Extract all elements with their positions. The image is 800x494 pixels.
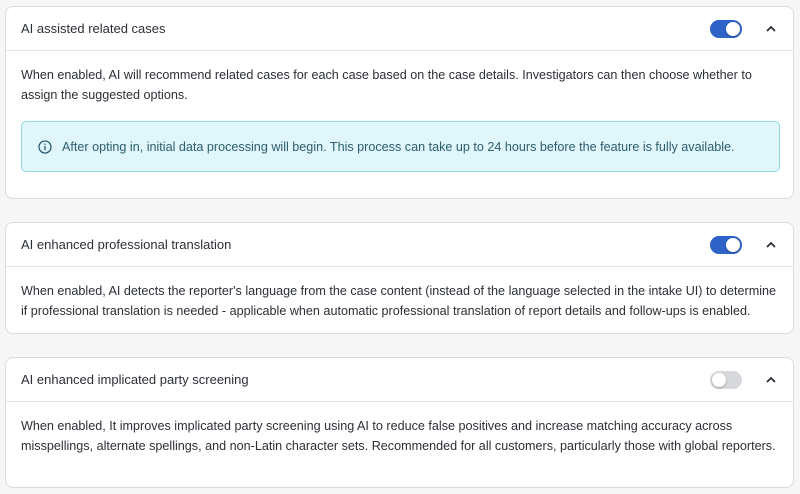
setting-card-ai-translation: AI enhanced professional translation Whe… <box>5 222 794 334</box>
setting-description: When enabled, AI will recommend related … <box>21 68 752 102</box>
setting-title: AI enhanced professional translation <box>21 237 232 252</box>
setting-description: When enabled, It improves implicated par… <box>21 419 776 453</box>
enable-toggle[interactable] <box>710 19 742 38</box>
info-alert-text: After opting in, initial data processing… <box>62 139 735 154</box>
setting-header[interactable]: AI assisted related cases <box>6 7 793 51</box>
enable-toggle[interactable] <box>710 235 742 254</box>
toggle-knob <box>726 237 740 252</box>
chevron-up-icon[interactable] <box>764 238 778 252</box>
setting-title: AI assisted related cases <box>21 21 166 36</box>
chevron-up-icon[interactable] <box>764 22 778 36</box>
setting-title: AI enhanced implicated party screening <box>21 372 249 387</box>
setting-card-ai-related-cases: AI assisted related cases When enabled, … <box>5 6 794 199</box>
setting-header[interactable]: AI enhanced implicated party screening <box>6 358 793 402</box>
toggle-knob <box>726 21 740 36</box>
info-alert: After opting in, initial data processing… <box>21 121 780 172</box>
settings-page: AI assisted related cases When enabled, … <box>0 0 800 494</box>
setting-header[interactable]: AI enhanced professional translation <box>6 223 793 267</box>
setting-description: When enabled, AI detects the reporter's … <box>21 284 776 318</box>
chevron-up-icon[interactable] <box>764 373 778 387</box>
enable-toggle[interactable] <box>710 370 742 389</box>
toggle-knob <box>712 372 726 387</box>
setting-card-ai-party-screening: AI enhanced implicated party screening W… <box>5 357 794 488</box>
info-circle-icon <box>38 139 52 154</box>
